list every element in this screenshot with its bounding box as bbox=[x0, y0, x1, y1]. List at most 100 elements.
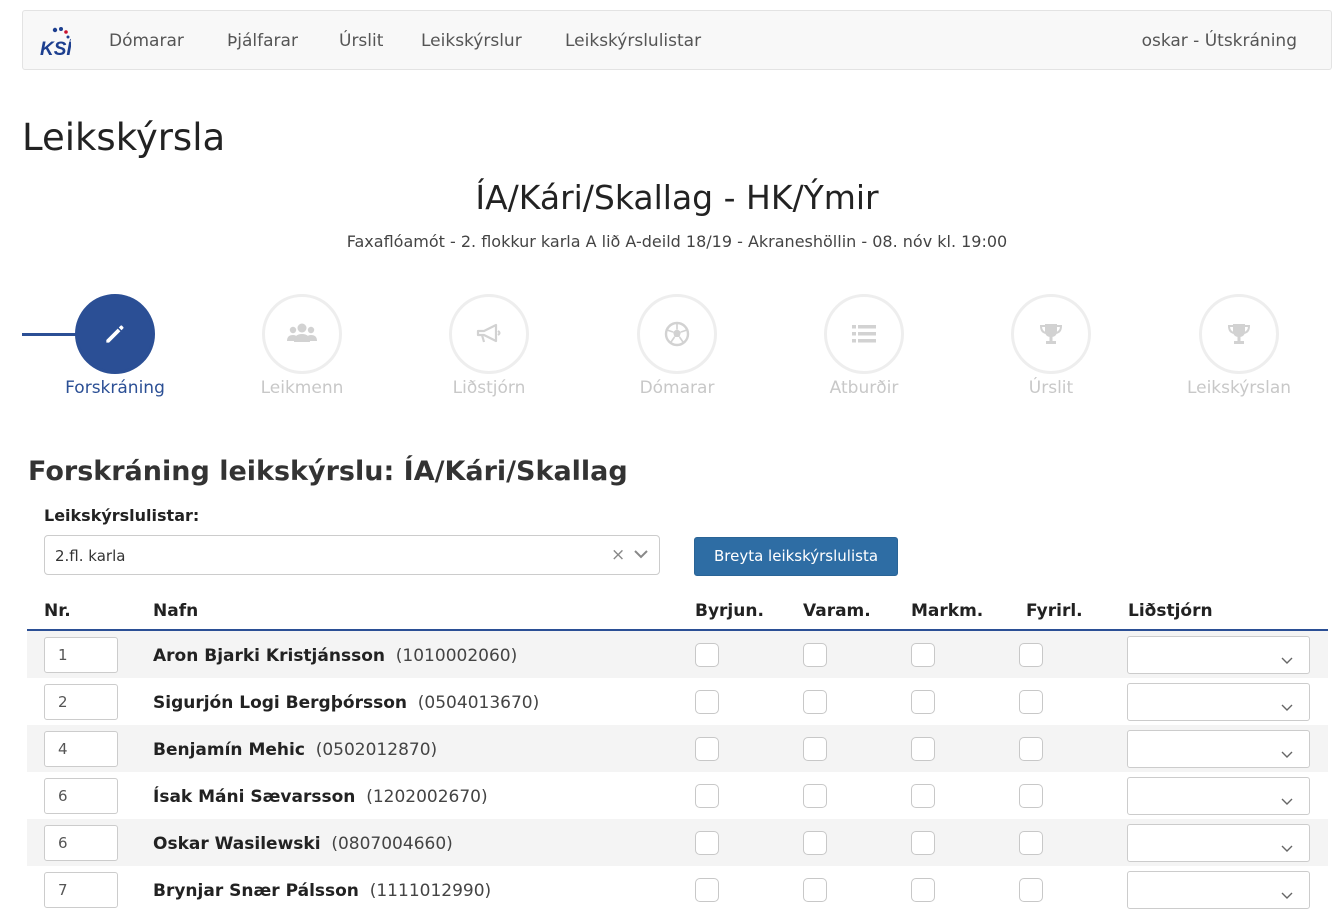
captain-checkbox[interactable] bbox=[1019, 831, 1043, 855]
pencil-icon bbox=[75, 294, 155, 374]
start-checkbox[interactable] bbox=[695, 831, 719, 855]
captain-checkbox[interactable] bbox=[1019, 690, 1043, 714]
staff-select[interactable] bbox=[1127, 777, 1310, 815]
chevron-down-icon bbox=[1281, 650, 1293, 669]
captain-checkbox[interactable] bbox=[1019, 643, 1043, 667]
match-subtitle: Faxaflóamót - 2. flokkur karla A lið A-d… bbox=[346, 232, 1008, 251]
start-checkbox[interactable] bbox=[695, 737, 719, 761]
step-lidstjorn[interactable]: Liðstjórn bbox=[409, 294, 569, 398]
svg-text:KSÍ: KSÍ bbox=[40, 38, 71, 59]
change-list-button[interactable]: Breyta leikskýrslulista bbox=[694, 537, 898, 576]
shirt-number-input[interactable]: 2 bbox=[44, 684, 118, 720]
section-title: Forskráning leikskýrslu: ÍA/Kári/Skallag bbox=[28, 456, 628, 487]
keeper-checkbox[interactable] bbox=[911, 831, 935, 855]
staff-select[interactable] bbox=[1127, 871, 1310, 909]
sub-checkbox[interactable] bbox=[803, 737, 827, 761]
chevron-down-icon[interactable] bbox=[633, 546, 649, 566]
start-checkbox[interactable] bbox=[695, 878, 719, 902]
keeper-checkbox[interactable] bbox=[911, 878, 935, 902]
table-row: 6 Ísak Máni Sævarsson (1202002670) bbox=[27, 772, 1328, 819]
keeper-checkbox[interactable] bbox=[911, 690, 935, 714]
col-nr: Nr. bbox=[44, 601, 71, 621]
shirt-number-input[interactable]: 6 bbox=[44, 778, 118, 814]
player-full-name: Brynjar Snær Pálsson bbox=[153, 881, 359, 901]
player-full-name: Benjamín Mehic bbox=[153, 740, 305, 760]
col-sub: Varam. bbox=[803, 601, 871, 621]
chevron-down-icon bbox=[1281, 885, 1293, 904]
staff-select[interactable] bbox=[1127, 683, 1310, 721]
shirt-number-input[interactable]: 1 bbox=[44, 637, 118, 673]
sub-checkbox[interactable] bbox=[803, 784, 827, 808]
player-full-name: Sigurjón Logi Bergþórsson bbox=[153, 693, 407, 713]
player-kennitala: (1010002060) bbox=[395, 646, 518, 666]
player-name: Benjamín Mehic (0502012870) bbox=[153, 740, 437, 760]
table-row: 7 Brynjar Snær Pálsson (1111012990) bbox=[27, 866, 1328, 913]
start-checkbox[interactable] bbox=[695, 690, 719, 714]
chevron-down-icon bbox=[1281, 791, 1293, 810]
report-list-select[interactable]: 2.fl. karla × bbox=[44, 535, 660, 575]
match-title: ÍA/Kári/Skallag - HK/Ýmir bbox=[475, 178, 879, 217]
chevron-down-icon bbox=[1281, 697, 1293, 716]
chevron-down-icon bbox=[1281, 744, 1293, 763]
bullhorn-icon bbox=[449, 294, 529, 374]
users-icon bbox=[262, 294, 342, 374]
page-title: Leikskýrsla bbox=[22, 116, 226, 159]
player-kennitala: (1202002670) bbox=[366, 787, 488, 807]
staff-select[interactable] bbox=[1127, 730, 1310, 768]
player-kennitala: (0502012870) bbox=[315, 740, 438, 760]
list-icon bbox=[824, 294, 904, 374]
step-label: Dómarar bbox=[639, 378, 715, 398]
table-row: 6 Oskar Wasilewski (0807004660) bbox=[27, 819, 1328, 866]
list-label: Leikskýrslulistar: bbox=[44, 506, 200, 525]
player-name: Aron Bjarki Kristjánsson (1010002060) bbox=[153, 646, 517, 666]
captain-checkbox[interactable] bbox=[1019, 878, 1043, 902]
player-name: Brynjar Snær Pálsson (1111012990) bbox=[153, 881, 491, 901]
step-leikmenn[interactable]: Leikmenn bbox=[222, 294, 382, 398]
step-label: Leikskýrslan bbox=[1186, 378, 1292, 398]
shirt-number-input[interactable]: 7 bbox=[44, 872, 118, 908]
step-label: Liðstjórn bbox=[452, 378, 526, 398]
table-row: 1 Aron Bjarki Kristjánsson (1010002060) bbox=[27, 631, 1328, 678]
shirt-number-input[interactable]: 4 bbox=[44, 731, 118, 767]
step-urslit[interactable]: Úrslit bbox=[971, 294, 1131, 398]
captain-checkbox[interactable] bbox=[1019, 784, 1043, 808]
nav-domarar[interactable]: Dómarar bbox=[109, 31, 184, 51]
nav-urslit[interactable]: Úrslit bbox=[339, 31, 383, 51]
step-label: Úrslit bbox=[1028, 378, 1074, 398]
step-atburdir[interactable]: Atburðir bbox=[784, 294, 944, 398]
player-name: Oskar Wasilewski (0807004660) bbox=[153, 834, 453, 854]
nav-leikskyrslur[interactable]: Leikskýrslur bbox=[421, 31, 522, 51]
step-label: Atburðir bbox=[829, 378, 899, 398]
staff-select[interactable] bbox=[1127, 636, 1310, 674]
shirt-number-input[interactable]: 6 bbox=[44, 825, 118, 861]
col-name: Nafn bbox=[153, 601, 199, 621]
player-full-name: Oskar Wasilewski bbox=[153, 834, 321, 854]
top-navbar: KSÍ Dómarar Þjálfarar Úrslit Leikskýrslu… bbox=[22, 10, 1332, 70]
keeper-checkbox[interactable] bbox=[911, 643, 935, 667]
select-value: 2.fl. karla bbox=[55, 547, 126, 565]
step-leikskyrslan[interactable]: Leikskýrslan bbox=[1159, 294, 1319, 398]
player-kennitala: (1111012990) bbox=[369, 881, 492, 901]
nav-leikskyrslulistar[interactable]: Leikskýrslulistar bbox=[565, 31, 701, 51]
sub-checkbox[interactable] bbox=[803, 690, 827, 714]
user-logout-link[interactable]: oskar - Útskráning bbox=[1142, 31, 1297, 51]
start-checkbox[interactable] bbox=[695, 784, 719, 808]
sub-checkbox[interactable] bbox=[803, 878, 827, 902]
player-full-name: Ísak Máni Sævarsson bbox=[153, 787, 356, 807]
step-label: Leikmenn bbox=[260, 378, 344, 398]
keeper-checkbox[interactable] bbox=[911, 784, 935, 808]
player-kennitala: (0807004660) bbox=[331, 834, 453, 854]
step-forskraning[interactable]: Forskráning bbox=[35, 294, 195, 398]
captain-checkbox[interactable] bbox=[1019, 737, 1043, 761]
ksi-logo[interactable]: KSÍ bbox=[39, 25, 75, 60]
clear-icon[interactable]: × bbox=[611, 545, 625, 565]
sub-checkbox[interactable] bbox=[803, 643, 827, 667]
nav-thjalfarar[interactable]: Þjálfarar bbox=[227, 31, 298, 51]
start-checkbox[interactable] bbox=[695, 643, 719, 667]
sub-checkbox[interactable] bbox=[803, 831, 827, 855]
step-domarar[interactable]: Dómarar bbox=[597, 294, 757, 398]
staff-select[interactable] bbox=[1127, 824, 1310, 862]
player-kennitala: (0504013670) bbox=[417, 693, 540, 713]
player-name: Sigurjón Logi Bergþórsson (0504013670) bbox=[153, 693, 539, 713]
keeper-checkbox[interactable] bbox=[911, 737, 935, 761]
